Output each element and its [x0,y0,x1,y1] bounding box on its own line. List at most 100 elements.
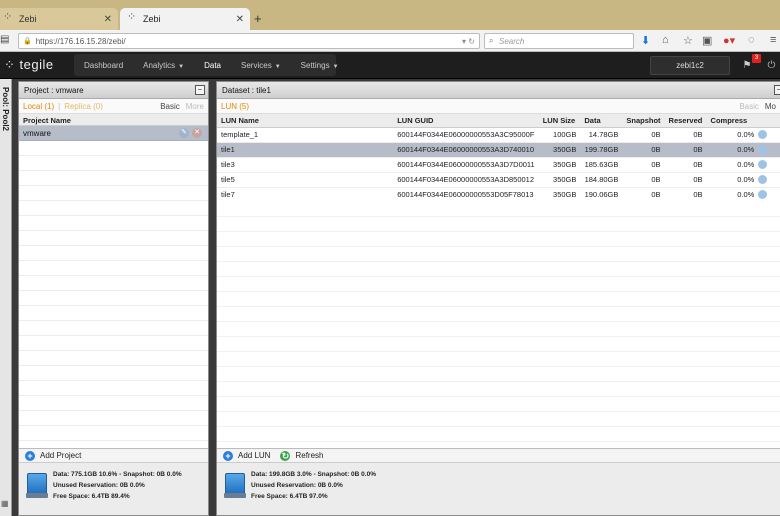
project-subtabs: Local (1) | Replica (0) Basic More [19,99,208,114]
lun-guid: 600144F0344E06000000553D05F78013 [393,187,539,203]
project-panel-header: Project : vmware – [19,82,208,99]
tegile-favicon-icon [126,10,138,25]
tab-lun[interactable]: LUN (5) [221,102,249,111]
minimize-icon[interactable]: – [774,85,780,95]
tab-local[interactable]: Local (1) [23,102,54,111]
app-header: ⁘ tegile Dashboard Analytics ▼ Data Servi… [0,52,780,79]
table-row[interactable]: tile7 600144F0344E06000000553D05F78013 3… [217,187,780,203]
project-row[interactable]: vmware ✎ ✕ [19,126,208,141]
col-data[interactable]: Data [580,114,623,128]
lun-compress: 0.0% [706,187,759,203]
col-snapshot[interactable]: Snapshot [622,114,665,128]
disk-icon [26,473,48,498]
browser-tab-2[interactable]: Zebi ✕ [120,8,250,30]
pool-label: Pool: Pool2 [1,87,10,131]
table-row[interactable]: tile1 600144F0344E06000000553A3D740010 3… [217,142,780,158]
lun-list-empty-area [217,202,780,448]
dataset-panel-title: Dataset : tile1 [222,86,271,95]
url-bar[interactable]: 🔒 https://176.16.15.28/zebi/ ▾ ↻ [18,33,480,49]
chat-icon[interactable]: ◌ [748,34,755,46]
table-row[interactable]: tile5 600144F0344E06000000553A3D850012 3… [217,172,780,188]
add-lun-button[interactable]: Add LUN [238,451,270,460]
minimize-icon[interactable]: – [195,85,205,95]
browser-tab-bar: Zebi ✕ Zebi ✕ + [0,0,780,30]
table-row[interactable]: template_1 600144F0344E06000000553A3C950… [217,127,780,143]
stat-free-space: Free Space: 6.4TB 89.4% [53,493,130,500]
lun-name: tile7 [217,187,394,203]
close-tab-icon[interactable]: ✕ [236,14,244,25]
lun-table-header: LUN Name LUN GUID LUN Size Data Snapshot… [217,114,780,128]
lun-data: 14.78GB [580,127,623,143]
lun-guid: 600144F0344E06000000553A3C95000F [393,127,539,143]
refresh-button[interactable]: Refresh [295,451,323,460]
stat-reservation: Unused Reservation: 0B 0.0% [53,482,145,489]
user-button[interactable]: zebi1c2 [650,56,730,75]
search-input[interactable]: ⌕ Search [484,33,634,49]
menu-settings[interactable]: Settings ▼ [291,61,349,70]
main-menu: Dashboard Analytics ▼ Data Services ▼ Sett… [74,54,339,76]
col-lun-guid[interactable]: LUN GUID [393,114,539,128]
lun-compress: 0.0% [706,157,759,173]
more-view-link[interactable]: Mo [765,102,776,111]
new-tab-icon[interactable]: + [254,11,262,26]
lun-compress: 0.0% [706,127,759,143]
menu-data[interactable]: Data [194,61,231,70]
menu-analytics[interactable]: Analytics ▼ [133,61,194,70]
download-icon[interactable]: ⬇ [641,34,650,47]
close-tab-icon[interactable]: ✕ [104,14,112,25]
basic-view-link[interactable]: Basic [739,102,759,111]
col-lun-size[interactable]: LUN Size [538,114,581,128]
project-name-column-header[interactable]: Project Name [19,114,208,126]
edit-icon[interactable] [758,130,768,140]
lun-size: 350GB [538,172,581,188]
hamburger-menu-icon[interactable]: ≡ [770,34,776,46]
col-lun-name[interactable]: LUN Name [217,114,394,128]
add-icon[interactable]: + [223,450,233,461]
tegile-favicon-icon [2,10,14,25]
lun-guid: 600144F0344E06000000553A3D850012 [393,172,539,188]
edit-icon[interactable] [758,175,768,185]
edit-icon[interactable]: ✎ [179,128,189,138]
lun-data: 184.80GB [580,172,623,188]
clipboard-icon[interactable]: ▣ [702,34,712,47]
sidebar-toggle-icon[interactable]: ▤ [0,34,9,45]
lun-data: 190.06GB [580,187,623,203]
col-reserved[interactable]: Reserved [664,114,707,128]
dropdown-icon[interactable]: ▾ ↻ [462,37,475,46]
lun-compress: 0.0% [706,142,759,158]
edit-icon[interactable] [758,145,768,155]
project-list-empty-area [19,141,208,446]
lun-reserved: 0B [664,172,707,188]
lun-size: 350GB [538,157,581,173]
pool-strip[interactable]: Pool: Pool2 ▦ [0,79,12,516]
project-name: vmware [23,129,52,138]
dataset-panel: Dataset : tile1 – LUN (5) Basic Mo LUN N… [216,81,780,516]
lun-guid: 600144F0344E06000000553A3D740010 [393,142,539,158]
stat-free-space: Free Space: 6.4TB 97.0% [251,493,328,500]
more-view-link[interactable]: More [186,102,204,111]
basic-view-link[interactable]: Basic [160,102,180,111]
tab-replica[interactable]: Replica (0) [64,102,103,111]
power-icon[interactable]: ⏻ [763,56,780,75]
add-project-label: Add Project [40,451,82,460]
menu-services[interactable]: Services ▼ [231,61,291,70]
pool-settings-icon[interactable]: ▦ [1,499,9,508]
addon-icon[interactable]: ●▾ [723,34,735,47]
lun-data: 185.63GB [580,157,623,173]
refresh-icon[interactable]: ↻ [280,450,291,461]
edit-icon[interactable] [758,160,768,170]
chevron-down-icon: ▼ [332,63,339,70]
bookmark-star-icon[interactable]: ☆ [683,34,693,47]
lun-snapshot: 0B [622,142,665,158]
browser-tab-1[interactable]: Zebi ✕ [0,8,118,30]
add-project-button[interactable]: + Add Project [19,449,208,463]
lun-reserved: 0B [664,187,707,203]
tab-label: Zebi [19,14,37,24]
home-icon[interactable]: ⌂ [662,34,669,46]
col-compress[interactable]: Compress [706,114,759,128]
delete-icon[interactable]: ✕ [192,128,202,138]
edit-icon[interactable] [758,190,768,200]
table-row[interactable]: tile3 600144F0344E06000000553A3D7D0011 3… [217,157,780,173]
menu-dashboard[interactable]: Dashboard [74,61,133,70]
lun-snapshot: 0B [622,127,665,143]
